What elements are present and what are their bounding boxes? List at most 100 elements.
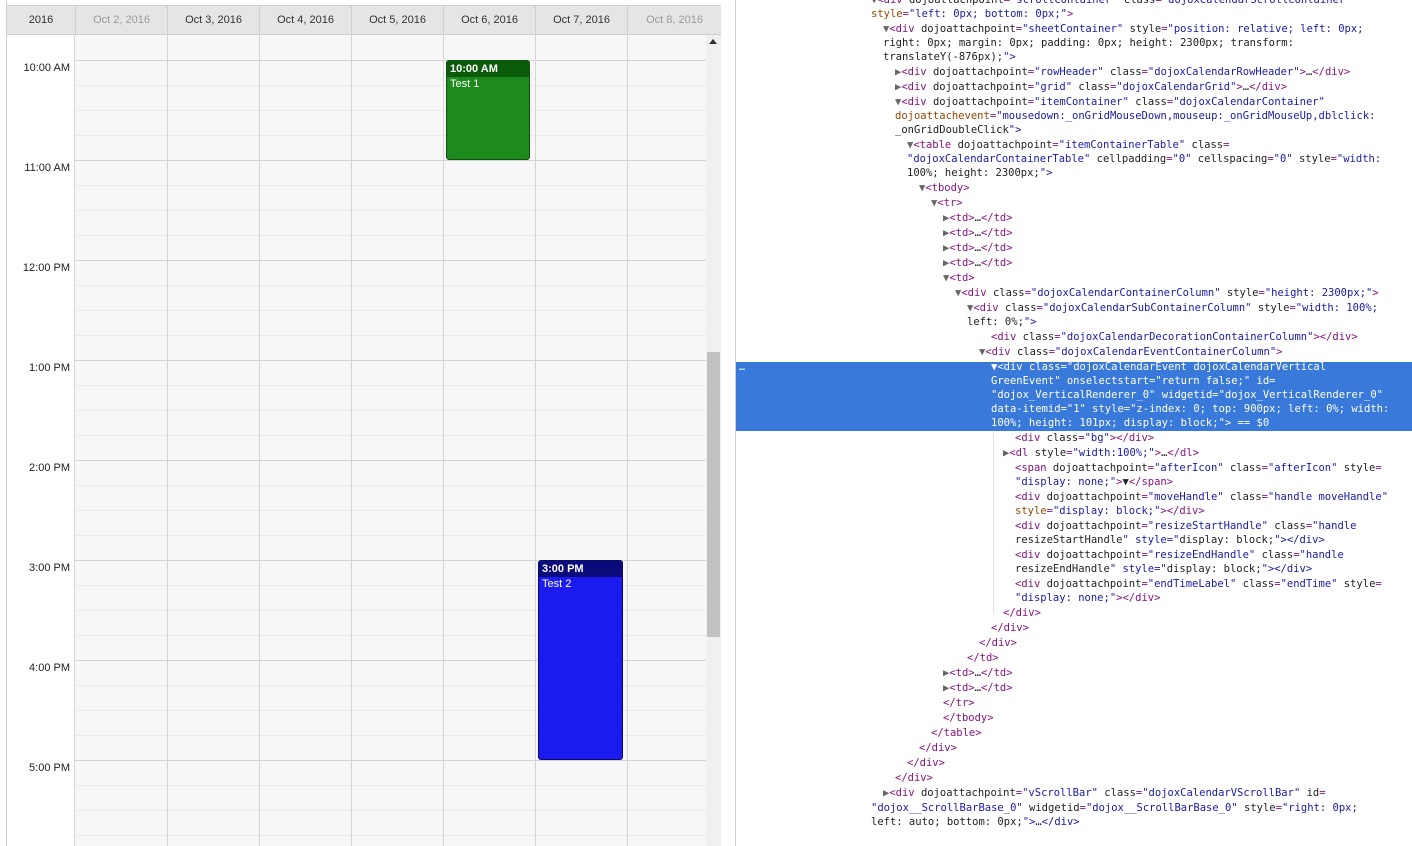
dom-node-line[interactable]: _onGridDoubleClick"> bbox=[895, 123, 1021, 137]
dom-node-line[interactable]: </td> bbox=[967, 651, 999, 665]
tree-guide-line bbox=[993, 433, 994, 613]
dom-node-line[interactable]: ▼<td> bbox=[943, 271, 975, 285]
dom-node-line[interactable]: "dojoxCalendarContainerTable" cellpaddin… bbox=[907, 152, 1381, 166]
dom-node-line[interactable]: ▼<div class="dojoxCalendarSubContainerCo… bbox=[967, 301, 1378, 315]
grid-column-divider bbox=[535, 35, 536, 846]
vertical-scrollbar[interactable] bbox=[706, 35, 721, 846]
dom-node-line-selected[interactable]: "dojox_VerticalRenderer_0" widgetid="doj… bbox=[991, 388, 1383, 402]
dom-node-line-selected[interactable]: ▼<div class="dojoxCalendarEvent dojoxCal… bbox=[991, 360, 1326, 374]
column-header-day[interactable]: Oct 7, 2016 bbox=[536, 6, 628, 34]
dom-node-line-selected[interactable]: data-itemid="1" style="z-index: 0; top: … bbox=[991, 402, 1389, 416]
dom-node-line[interactable]: style="display: block;"></div> bbox=[1015, 504, 1205, 518]
grid-minor-line bbox=[75, 835, 706, 836]
grid-column-divider bbox=[627, 35, 628, 846]
dom-node-line[interactable]: ▼<div dojoattachpoint="sheetContainer" s… bbox=[883, 22, 1364, 36]
dom-node-line[interactable]: <div class="dojoxCalendarDecorationConta… bbox=[991, 330, 1358, 344]
grid-minor-line bbox=[75, 235, 706, 236]
dom-node-line[interactable]: ▼<table dojoattachpoint="itemContainerTa… bbox=[907, 138, 1229, 152]
grid-minor-line bbox=[75, 810, 706, 811]
dom-node-line[interactable]: left: auto; bottom: 0px;">…</div> bbox=[871, 815, 1080, 829]
dom-node-line[interactable]: <div dojoattachpoint="endTimeLabel" clas… bbox=[1015, 577, 1382, 591]
grid-minor-line bbox=[75, 410, 706, 411]
dom-node-line[interactable]: <div dojoattachpoint="resizeStartHandle"… bbox=[1015, 519, 1356, 533]
dom-node-line[interactable]: ▶<td>…</td> bbox=[943, 226, 1013, 240]
dom-node-line[interactable]: resizeEndHandle" style="display: block;"… bbox=[1015, 562, 1312, 576]
dom-node-line[interactable]: ▼<div dojoattachpoint="itemContainer" cl… bbox=[895, 95, 1325, 109]
dom-node-line[interactable]: ▶<dl style="width:100%;">…</dl> bbox=[1003, 446, 1199, 460]
event-time: 10:00 AM bbox=[447, 61, 529, 77]
grid-hour-line bbox=[75, 460, 706, 461]
grid-minor-line bbox=[75, 535, 706, 536]
dom-node-line[interactable]: ▶<div dojoattachpoint="vScrollBar" class… bbox=[883, 786, 1326, 800]
scrollbar-thumb[interactable] bbox=[707, 352, 720, 637]
hour-row-header: 10:00 AM 11:00 AM 12:00 PM 1:00 PM 2:00 … bbox=[7, 35, 75, 846]
dom-node-line-selected[interactable]: GreenEvent" onselectstart="return false;… bbox=[991, 374, 1275, 388]
dom-node-line[interactable]: ▼<div dojoattachpoint="scrollContainer" … bbox=[871, 0, 1352, 7]
column-header-day[interactable]: Oct 5, 2016 bbox=[352, 6, 444, 34]
dom-node-line[interactable]: ▶<td>…</td> bbox=[943, 681, 1013, 695]
grid-minor-line bbox=[75, 335, 706, 336]
dom-node-line[interactable]: </div> bbox=[919, 741, 957, 755]
scroll-up-arrow-icon[interactable] bbox=[709, 39, 717, 44]
dom-node-line[interactable]: ▶<div dojoattachpoint="grid" class="dojo… bbox=[895, 80, 1287, 94]
dom-node-line[interactable]: </div> bbox=[991, 621, 1029, 635]
dom-node-line[interactable]: resizeStartHandle" style="display: block… bbox=[1015, 533, 1325, 547]
grid-minor-line bbox=[75, 310, 706, 311]
dom-node-line[interactable]: 100%; height: 2300px;"> bbox=[907, 166, 1052, 180]
grid-minor-line bbox=[75, 285, 706, 286]
dom-node-line[interactable]: "dojox__ScrollBarBase_0" widgetid="dojox… bbox=[871, 801, 1358, 815]
column-header-day[interactable]: Oct 4, 2016 bbox=[260, 6, 352, 34]
dom-node-line[interactable]: ▶<div dojoattachpoint="rowHeader" class=… bbox=[895, 65, 1350, 79]
grid-minor-line bbox=[75, 485, 706, 486]
dom-node-line[interactable]: ▶<td>…</td> bbox=[943, 241, 1013, 255]
dom-node-line[interactable]: <div dojoattachpoint="resizeEndHandle" c… bbox=[1015, 548, 1344, 562]
calendar-left-edge bbox=[0, 0, 7, 846]
dom-node-line[interactable]: translateY(-876px);"> bbox=[883, 50, 1016, 64]
grid-minor-line bbox=[75, 185, 706, 186]
dom-node-line[interactable]: ▼<tr> bbox=[931, 196, 963, 210]
dom-node-line[interactable]: "display: none;"></div> bbox=[1015, 591, 1160, 605]
calendar-event[interactable]: 10:00 AM Test 1 bbox=[446, 60, 530, 160]
time-grid[interactable]: 10:00 AM Test 1 3:00 PM Test 2 bbox=[75, 35, 706, 846]
grid-minor-line bbox=[75, 785, 706, 786]
grid-hour-line bbox=[75, 360, 706, 361]
grid-column-divider bbox=[167, 35, 168, 846]
more-options-icon[interactable]: … bbox=[739, 362, 745, 374]
grid-minor-line bbox=[75, 110, 706, 111]
column-header-day[interactable]: Oct 2, 2016 bbox=[76, 6, 168, 34]
grid-minor-line bbox=[75, 210, 706, 211]
dom-node-line[interactable]: left: 0%;"> bbox=[967, 315, 1037, 329]
dom-node-line[interactable]: <div class="bg"></div> bbox=[1015, 431, 1154, 445]
dom-node-line[interactable]: right: 0px; margin: 0px; padding: 0px; h… bbox=[883, 36, 1294, 50]
dom-node-line[interactable]: ▶<td>…</td> bbox=[943, 666, 1013, 680]
hour-label: 11:00 AM bbox=[24, 162, 70, 174]
column-header-day[interactable]: Oct 8, 2016 bbox=[628, 6, 721, 34]
dom-node-line[interactable]: style="left: 0px; bottom: 0px;"> bbox=[871, 7, 1073, 21]
dom-node-line[interactable]: ▼<div class="dojoxCalendarEventContainer… bbox=[979, 345, 1282, 359]
grid-column-divider bbox=[259, 35, 260, 846]
calendar-right-margin bbox=[721, 0, 735, 846]
dom-node-line[interactable]: </div> bbox=[1003, 606, 1041, 620]
dom-node-line[interactable]: </tbody> bbox=[943, 711, 994, 725]
column-header-day[interactable]: Oct 3, 2016 bbox=[168, 6, 260, 34]
dom-node-line[interactable]: dojoattachevent="mousedown:_onGridMouseD… bbox=[895, 109, 1375, 123]
grid-hour-line bbox=[75, 60, 706, 61]
grid-minor-line bbox=[75, 510, 706, 511]
dom-node-line[interactable]: <div dojoattachpoint="moveHandle" class=… bbox=[1015, 490, 1388, 504]
dom-node-line[interactable]: ▶<td>…</td> bbox=[943, 211, 1013, 225]
grid-minor-line bbox=[75, 135, 706, 136]
dom-node-line[interactable]: ▼<div class="dojoxCalendarContainerColum… bbox=[955, 286, 1379, 300]
dom-node-line[interactable]: ▶<td>…</td> bbox=[943, 256, 1013, 270]
calendar-event[interactable]: 3:00 PM Test 2 bbox=[538, 560, 623, 760]
hour-label: 1:00 PM bbox=[29, 362, 70, 374]
dom-node-line[interactable]: </div> bbox=[979, 636, 1017, 650]
dom-node-line[interactable]: <span dojoattachpoint="afterIcon" class=… bbox=[1015, 461, 1382, 475]
dom-node-line-selected[interactable]: 100%; height: 101px; display: block;"> =… bbox=[991, 416, 1269, 430]
dom-node-line[interactable]: </tr> bbox=[943, 696, 975, 710]
dom-node-line[interactable]: </div> bbox=[907, 756, 945, 770]
dom-node-line[interactable]: </table> bbox=[931, 726, 982, 740]
dom-node-line[interactable]: "display: none;">▼</span> bbox=[1015, 475, 1173, 489]
column-header-day[interactable]: Oct 6, 2016 bbox=[444, 6, 536, 34]
dom-node-line[interactable]: </div> bbox=[895, 771, 933, 785]
dom-node-line[interactable]: ▼<tbody> bbox=[919, 181, 970, 195]
